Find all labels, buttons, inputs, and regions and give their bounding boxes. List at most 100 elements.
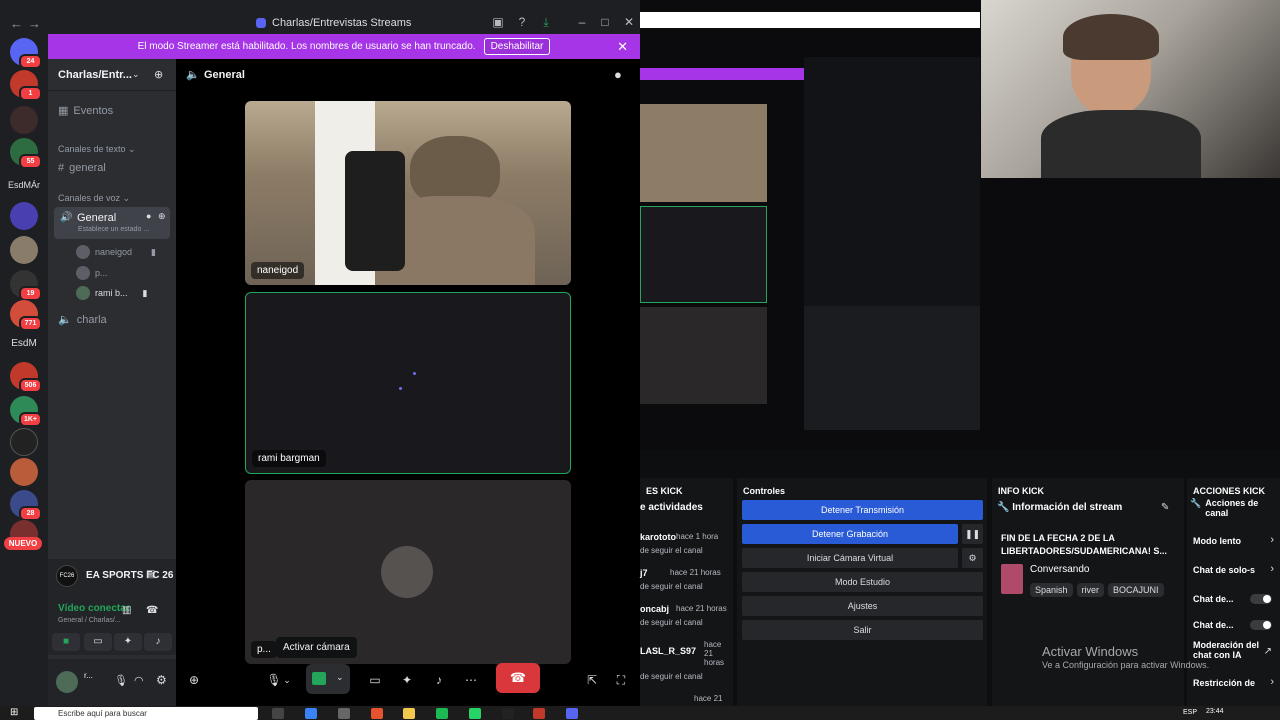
server-icon[interactable]: 55 xyxy=(10,138,42,169)
screen-share-icon[interactable]: ▭ xyxy=(361,666,389,694)
task-view-icon[interactable] xyxy=(272,708,284,719)
chevron-down-icon[interactable]: ⌄ xyxy=(336,672,344,683)
pop-out-icon[interactable]: ⇱ xyxy=(578,666,606,694)
soundboard-icon[interactable]: ♪ xyxy=(425,666,453,694)
maximize-icon[interactable]: □ xyxy=(598,15,612,29)
activity-item[interactable]: oncabj hace 21 horas de seguir el canal xyxy=(640,604,727,627)
activity-item[interactable]: karototo hace 1 hora de seguir el canal xyxy=(640,532,718,555)
tag[interactable]: BOCAJUNI xyxy=(1108,583,1164,597)
server-icon[interactable] xyxy=(10,202,38,230)
add-member-icon[interactable]: ⊕ xyxy=(154,68,163,81)
restriction-row[interactable]: Restricción de › xyxy=(1187,676,1280,694)
voice-location[interactable]: General / Charlas/... xyxy=(58,617,121,624)
forward-arrow-icon[interactable]: → xyxy=(28,16,41,31)
close-window-icon[interactable]: ✕ xyxy=(622,15,636,29)
pause-recording-icon[interactable]: ❚❚ xyxy=(962,524,983,544)
server-icon[interactable]: 1K+ xyxy=(10,396,42,427)
download-icon[interactable]: ⤓ xyxy=(539,15,553,29)
server-icon[interactable]: 1 xyxy=(10,70,42,101)
text-category[interactable]: Canales de texto ⌄ xyxy=(58,144,136,155)
voice-user[interactable]: rami b... ▮ xyxy=(76,286,147,300)
voice-user[interactable]: naneigod ▮ xyxy=(76,245,156,259)
channel-general-text[interactable]: # general xyxy=(58,162,106,174)
hang-up-button[interactable]: ☎ xyxy=(496,663,540,693)
tag[interactable]: Spanish xyxy=(1030,583,1073,597)
server-icon[interactable]: 506 xyxy=(10,362,42,393)
obs-icon[interactable] xyxy=(502,708,514,719)
help-icon[interactable]: ? xyxy=(515,15,529,29)
screen-share-icon[interactable]: ▣ xyxy=(491,15,505,29)
voice-category[interactable]: Canales de voz ⌄ xyxy=(58,193,130,204)
folder-label[interactable]: EsdM xyxy=(4,338,44,349)
invite-people-icon[interactable]: ⊕ xyxy=(180,666,208,694)
brave-icon[interactable] xyxy=(371,708,383,719)
toggle-switch[interactable] xyxy=(1250,594,1272,604)
slow-mode-row[interactable]: Modo lento › xyxy=(1187,534,1280,552)
language-indicator[interactable]: ESP xyxy=(1183,709,1197,716)
virtual-camera-button[interactable]: Iniciar Cámara Virtual xyxy=(742,548,958,568)
voice-channel-charla[interactable]: 🔈 charla xyxy=(58,313,107,327)
followers-chat-row[interactable]: Chat de solo-s › xyxy=(1187,563,1280,581)
minimize-icon[interactable]: – xyxy=(575,15,589,29)
video-tile[interactable]: naneigod xyxy=(245,101,571,285)
server-icon[interactable] xyxy=(10,458,38,486)
voice-status[interactable]: Establece un estado ... xyxy=(78,226,149,233)
activities-icon[interactable]: ✦ xyxy=(114,633,142,651)
fullscreen-icon[interactable]: ⛶ xyxy=(607,666,635,694)
invite-icon[interactable]: ⊕ xyxy=(158,211,166,222)
studio-mode-button[interactable]: Modo Estudio xyxy=(742,572,983,592)
taskbar-clock[interactable]: 23:44 xyxy=(1206,708,1224,715)
avatar[interactable] xyxy=(56,671,78,693)
close-banner-icon[interactable]: ✕ xyxy=(617,39,628,55)
spotify-icon[interactable] xyxy=(436,708,448,719)
chevron-down-icon[interactable]: ⌄ xyxy=(280,666,294,694)
windows-start-icon[interactable]: ⊞ xyxy=(10,707,18,718)
server-icon[interactable]: 28 xyxy=(10,490,42,521)
discord-icon[interactable] xyxy=(566,708,578,719)
file-explorer-icon[interactable] xyxy=(403,708,415,719)
soundboard-icon[interactable]: ♪ xyxy=(144,633,172,651)
more-icon[interactable]: ⋯ xyxy=(457,666,485,694)
server-icon[interactable] xyxy=(10,106,38,134)
disconnect-icon[interactable]: ☎ xyxy=(146,605,158,616)
copilot-icon[interactable] xyxy=(305,708,317,719)
signal-icon[interactable]: ▥ xyxy=(122,605,131,616)
edit-pencil-icon[interactable]: ✎ xyxy=(1161,502,1169,513)
chat-toggle-row[interactable]: Chat de... xyxy=(1187,594,1280,610)
server-icon[interactable] xyxy=(10,236,38,264)
video-tile-speaking[interactable]: rami bargman xyxy=(245,292,571,474)
back-arrow-icon[interactable]: ← xyxy=(10,16,23,31)
activity-item[interactable]: j7 hace 21 horas de seguir el canal xyxy=(640,568,721,591)
tag[interactable]: river xyxy=(1076,583,1105,597)
app-icon[interactable] xyxy=(533,708,545,719)
stop-stream-button[interactable]: Detener Transmisión xyxy=(742,500,983,520)
exit-button[interactable]: Salir xyxy=(742,620,983,640)
browser-icon[interactable] xyxy=(338,708,350,719)
chevron-down-icon[interactable]: ⌄ xyxy=(132,69,140,80)
headphones-icon[interactable]: ◠ xyxy=(134,674,144,687)
chat-toggle-row[interactable]: Chat de... xyxy=(1187,620,1280,636)
disable-streamer-button[interactable]: Deshabilitar xyxy=(483,38,551,55)
server-icon[interactable] xyxy=(10,428,38,456)
stop-recording-button[interactable]: Detener Grabación xyxy=(742,524,958,544)
voice-user[interactable]: p... xyxy=(76,266,108,280)
server-icon[interactable]: 19 xyxy=(10,270,42,301)
controller-icon[interactable]: ▤ xyxy=(146,569,155,580)
toggle-switch[interactable] xyxy=(1250,620,1272,630)
server-icon[interactable]: 771 xyxy=(10,300,42,331)
chat-icon[interactable]: ● xyxy=(146,211,151,221)
events-item[interactable]: ▦ Eventos xyxy=(58,104,113,118)
folder-label[interactable]: EsdMÁr xyxy=(4,180,44,190)
settings-button[interactable]: Ajustes xyxy=(742,596,983,616)
activities-icon[interactable]: ✦ xyxy=(393,666,421,694)
camera-toggle-icon[interactable]: ■ xyxy=(52,633,80,651)
chat-bubble-icon[interactable]: ● xyxy=(614,67,622,82)
activity-item[interactable]: LASL_R_S97 hace 21 horas de seguir el cana… xyxy=(640,640,724,681)
screen-share-icon[interactable]: ▭ xyxy=(84,633,112,651)
voice-channel-general[interactable]: 🔊 General Establece un estado ... ● ⊕ xyxy=(54,207,170,239)
settings-gear-icon[interactable]: ⚙ xyxy=(962,548,983,568)
server-header[interactable]: Charlas/Entr... ⌄ ⊕ xyxy=(48,59,176,91)
taskbar-search[interactable]: Escribe aquí para buscar xyxy=(34,707,258,720)
camera-button[interactable]: ⌄ xyxy=(306,664,350,694)
game-activity[interactable]: FC26 EA SPORTS FC 26 ▤ xyxy=(48,559,176,593)
